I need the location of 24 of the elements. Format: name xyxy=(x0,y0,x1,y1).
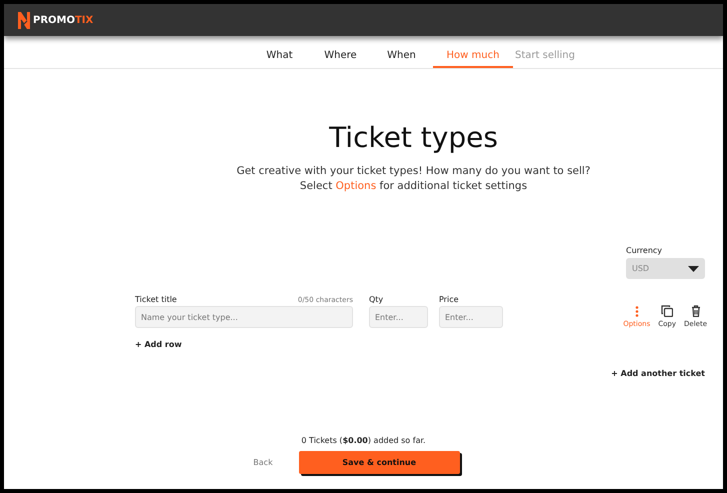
page-title: Ticket types xyxy=(328,121,499,154)
qty-label: Qty xyxy=(369,295,384,304)
trash-icon xyxy=(690,305,700,317)
tickets-summary: 0 Tickets ($0.00) added so far. xyxy=(300,436,427,445)
add-ticket-button[interactable]: + Add another ticket xyxy=(611,369,705,378)
more-vertical-icon xyxy=(634,306,639,317)
subtitle: Select Options for additional ticket settings xyxy=(300,179,528,194)
currency-label: Currency xyxy=(626,246,664,255)
logo-icon xyxy=(18,12,30,28)
ticket-title-input[interactable]: Name your ticket type... xyxy=(135,306,353,328)
copy-icon xyxy=(661,305,674,317)
subtitle: Get creative with your ticket types! How many do you want to sell? xyxy=(236,164,590,179)
ticket-title-label: Ticket title xyxy=(135,295,177,304)
caret-icon xyxy=(688,266,699,272)
price-label: Price xyxy=(439,295,460,304)
step-tab[interactable]: When xyxy=(372,46,431,68)
price-input[interactable]: Enter... xyxy=(439,306,503,328)
step-tab[interactable]: What xyxy=(250,46,309,68)
add-row-button[interactable]: + Add row xyxy=(135,340,182,349)
back-button[interactable]: Back xyxy=(247,457,279,468)
save-continue-button[interactable]: Save & continue xyxy=(298,451,460,474)
logo-text: PROMOTIX xyxy=(33,14,94,26)
step-tab[interactable]: Where xyxy=(311,46,370,68)
qty-input[interactable]: Enter... xyxy=(369,306,428,328)
